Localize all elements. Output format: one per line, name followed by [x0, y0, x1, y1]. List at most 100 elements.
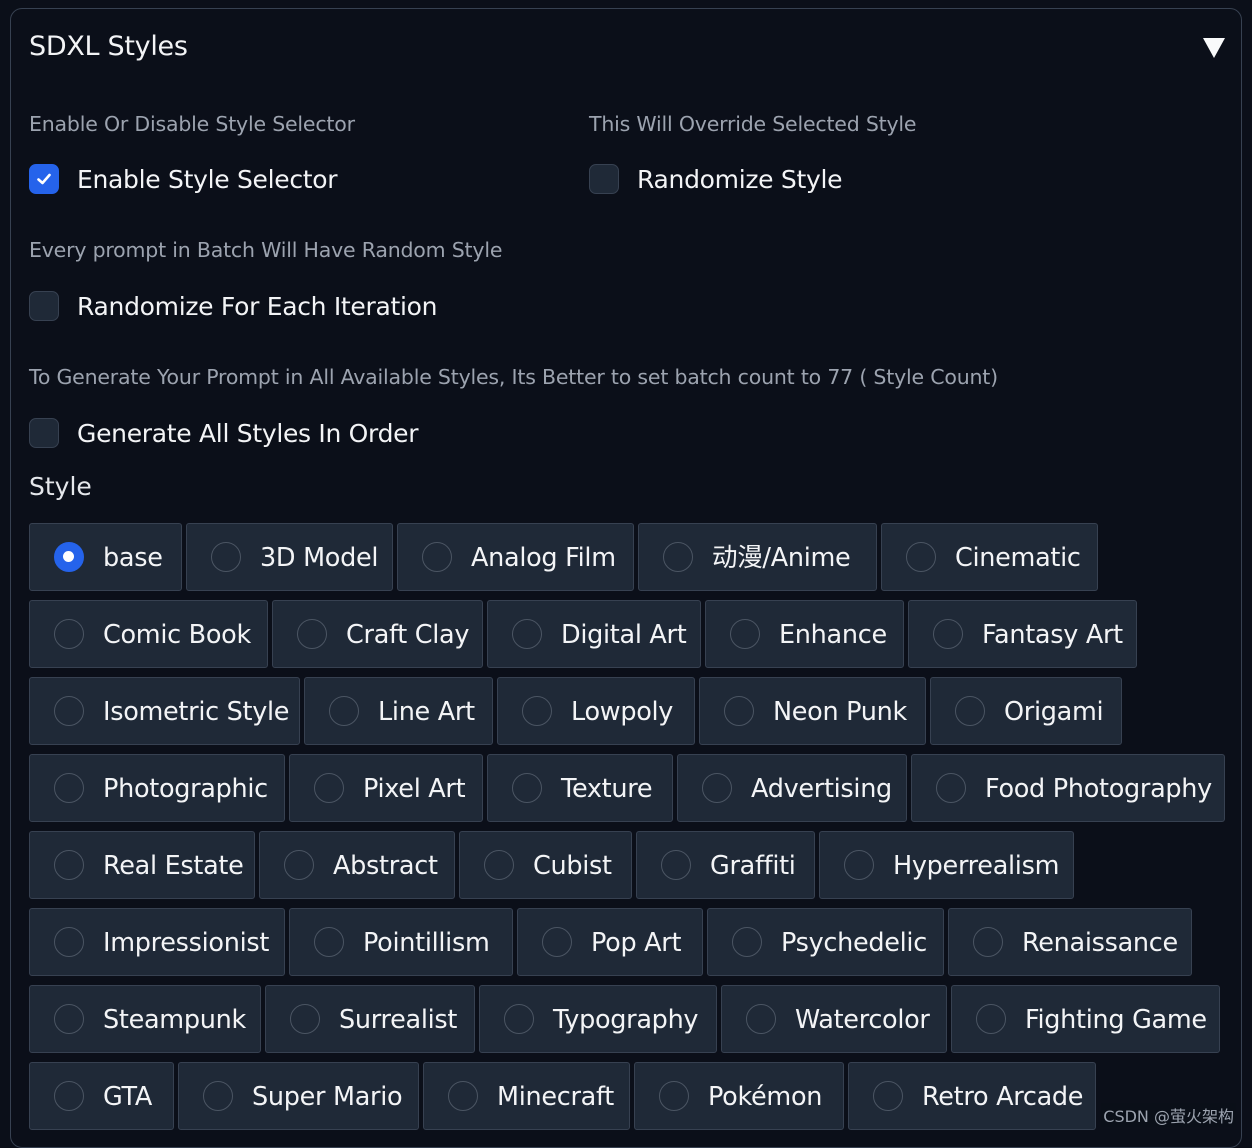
style-option-origami[interactable]: Origami: [930, 677, 1122, 745]
radio-button-icon[interactable]: [659, 1081, 689, 1111]
style-option-anime[interactable]: 动漫/Anime: [638, 523, 877, 591]
checkbox-box[interactable]: [589, 164, 619, 194]
radio-button-icon[interactable]: [54, 773, 84, 803]
style-option-photographic[interactable]: Photographic: [29, 754, 285, 822]
randomize-style-checkbox[interactable]: Randomize Style: [589, 164, 842, 194]
style-option-real-estate[interactable]: Real Estate: [29, 831, 255, 899]
panel-title[interactable]: SDXL Styles: [29, 31, 188, 62]
radio-button-icon[interactable]: [329, 696, 359, 726]
radio-button-icon[interactable]: [933, 619, 963, 649]
radio-button-icon[interactable]: [661, 850, 691, 880]
radio-button-icon[interactable]: [54, 619, 84, 649]
radio-button-icon[interactable]: [976, 1004, 1006, 1034]
radio-button-icon[interactable]: [724, 696, 754, 726]
style-option-lowpoly[interactable]: Lowpoly: [497, 677, 695, 745]
style-option-isometric-style[interactable]: Isometric Style: [29, 677, 300, 745]
style-option-neon-punk[interactable]: Neon Punk: [699, 677, 926, 745]
radio-button-icon[interactable]: [730, 619, 760, 649]
radio-button-icon[interactable]: [955, 696, 985, 726]
style-option-digital-art[interactable]: Digital Art: [487, 600, 701, 668]
style-option-analog-film[interactable]: Analog Film: [397, 523, 634, 591]
sdxl-styles-panel: SDXL Styles Enable Or Disable Style Sele…: [10, 8, 1242, 1148]
style-option-abstract[interactable]: Abstract: [259, 831, 455, 899]
style-option-surrealist[interactable]: Surrealist: [265, 985, 475, 1053]
style-option-pok-mon[interactable]: Pokémon: [634, 1062, 844, 1130]
style-option-cubist[interactable]: Cubist: [459, 831, 632, 899]
style-option-fighting-game[interactable]: Fighting Game: [951, 985, 1220, 1053]
radio-button-icon[interactable]: [54, 1004, 84, 1034]
style-option-psychedelic[interactable]: Psychedelic: [707, 908, 944, 976]
radio-button-icon[interactable]: [54, 696, 84, 726]
style-option-retro-arcade[interactable]: Retro Arcade: [848, 1062, 1096, 1130]
style-option-graffiti[interactable]: Graffiti: [636, 831, 815, 899]
style-option-texture[interactable]: Texture: [487, 754, 673, 822]
triangle-down-icon[interactable]: [1203, 38, 1225, 58]
radio-button-icon[interactable]: [297, 619, 327, 649]
radio-button-icon[interactable]: [512, 773, 542, 803]
radio-button-icon[interactable]: [844, 850, 874, 880]
style-option-pop-art[interactable]: Pop Art: [517, 908, 703, 976]
style-option-label: Pop Art: [591, 909, 681, 977]
style-option-watercolor[interactable]: Watercolor: [721, 985, 947, 1053]
radio-button-icon[interactable]: [732, 927, 762, 957]
enable-style-selector-checkbox[interactable]: Enable Style Selector: [29, 164, 337, 194]
radio-button-icon[interactable]: [54, 1081, 84, 1111]
style-option-label: Advertising: [751, 755, 892, 823]
style-option-renaissance[interactable]: Renaissance: [948, 908, 1192, 976]
style-option-base[interactable]: base: [29, 523, 182, 591]
style-option-minecraft[interactable]: Minecraft: [423, 1062, 630, 1130]
radio-button-icon[interactable]: [522, 696, 552, 726]
style-option-label: Super Mario: [252, 1063, 402, 1131]
checkbox-box[interactable]: [29, 418, 59, 448]
radio-button-icon[interactable]: [542, 927, 572, 957]
randomize-style-info: This Will Override Selected Style: [589, 112, 916, 136]
style-option-gta[interactable]: GTA: [29, 1062, 174, 1130]
radio-button-icon[interactable]: [203, 1081, 233, 1111]
style-option-pointillism[interactable]: Pointillism: [289, 908, 513, 976]
radio-button-icon[interactable]: [211, 542, 241, 572]
style-option-super-mario[interactable]: Super Mario: [178, 1062, 419, 1130]
style-option-pixel-art[interactable]: Pixel Art: [289, 754, 483, 822]
radio-button-icon[interactable]: [936, 773, 966, 803]
style-option-steampunk[interactable]: Steampunk: [29, 985, 261, 1053]
style-option-food-photography[interactable]: Food Photography: [911, 754, 1225, 822]
radio-button-icon[interactable]: [284, 850, 314, 880]
radio-button-icon[interactable]: [512, 619, 542, 649]
radio-button-icon[interactable]: [290, 1004, 320, 1034]
radio-button-icon[interactable]: [448, 1081, 478, 1111]
style-option-line-art[interactable]: Line Art: [304, 677, 493, 745]
radio-button-icon[interactable]: [746, 1004, 776, 1034]
radio-button-icon[interactable]: [422, 542, 452, 572]
radio-button-icon[interactable]: [504, 1004, 534, 1034]
checkbox-label: Generate All Styles In Order: [77, 419, 418, 448]
radio-button-icon[interactable]: [314, 773, 344, 803]
randomize-each-iteration-checkbox[interactable]: Randomize For Each Iteration: [29, 291, 437, 321]
radio-button-icon[interactable]: [54, 542, 84, 572]
style-option-enhance[interactable]: Enhance: [705, 600, 904, 668]
style-option-fantasy-art[interactable]: Fantasy Art: [908, 600, 1137, 668]
style-option-impressionist[interactable]: Impressionist: [29, 908, 285, 976]
radio-button-icon[interactable]: [314, 927, 344, 957]
style-option-label: Neon Punk: [773, 678, 907, 746]
radio-button-icon[interactable]: [663, 542, 693, 572]
style-option-advertising[interactable]: Advertising: [677, 754, 907, 822]
style-option-label: Fantasy Art: [982, 601, 1123, 669]
radio-button-icon[interactable]: [484, 850, 514, 880]
style-option-craft-clay[interactable]: Craft Clay: [272, 600, 483, 668]
style-option-cinematic[interactable]: Cinematic: [881, 523, 1098, 591]
radio-button-icon[interactable]: [873, 1081, 903, 1111]
checkbox-box[interactable]: [29, 291, 59, 321]
style-option-typography[interactable]: Typography: [479, 985, 717, 1053]
checkbox-box[interactable]: [29, 164, 59, 194]
radio-button-icon[interactable]: [973, 927, 1003, 957]
generate-all-styles-checkbox[interactable]: Generate All Styles In Order: [29, 418, 418, 448]
radio-button-icon[interactable]: [54, 927, 84, 957]
radio-button-icon[interactable]: [906, 542, 936, 572]
radio-button-icon[interactable]: [702, 773, 732, 803]
radio-button-icon[interactable]: [54, 850, 84, 880]
style-option-hyperrealism[interactable]: Hyperrealism: [819, 831, 1074, 899]
style-option-label: Analog Film: [471, 524, 616, 592]
style-option-3d-model[interactable]: 3D Model: [186, 523, 393, 591]
style-option-label: Impressionist: [103, 909, 269, 977]
style-option-comic-book[interactable]: Comic Book: [29, 600, 268, 668]
